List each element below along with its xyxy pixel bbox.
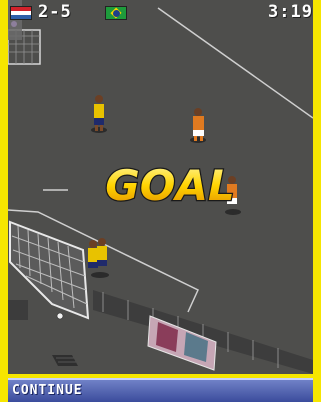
- continue-softkey[interactable]: CONTINUE: [12, 383, 83, 398]
- player-yellow-1: [91, 95, 107, 133]
- touchline: [157, 7, 313, 119]
- crowd: [8, 0, 22, 40]
- goal-banner-text: GOAL: [105, 161, 234, 210]
- goal-banner: GOAL: [104, 160, 236, 212]
- ball: [56, 312, 64, 320]
- softkey-bar: CONTINUE: [8, 378, 313, 402]
- player-orange-1: [190, 108, 206, 143]
- near-goal: [8, 220, 90, 320]
- drain-grate: [52, 355, 78, 366]
- game-screen: GOAL 2-5 3:19 CONTINUE: [0, 0, 321, 402]
- player-yellow-2: [88, 238, 109, 278]
